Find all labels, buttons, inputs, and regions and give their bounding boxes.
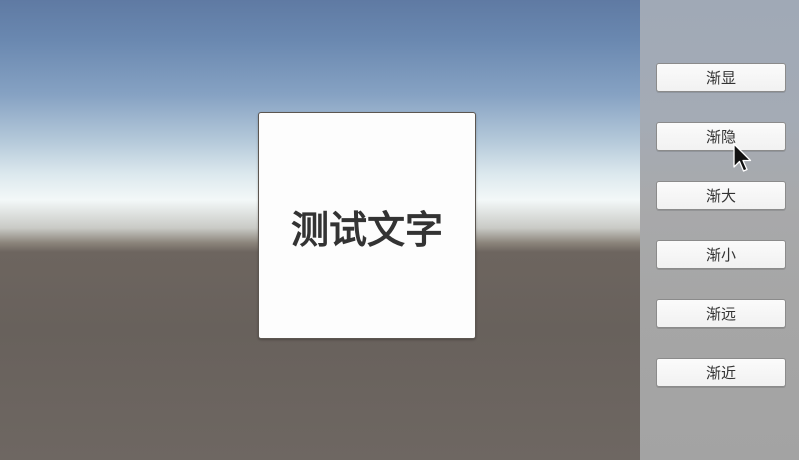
shrink-button[interactable]: 渐小 bbox=[656, 240, 786, 269]
move-away-button[interactable]: 渐远 bbox=[656, 299, 786, 328]
grow-label: 渐大 bbox=[705, 187, 736, 205]
fade-in-label: 渐显 bbox=[705, 69, 736, 87]
test-text-panel: 测试文字 bbox=[258, 112, 476, 339]
fade-out-button[interactable]: 渐隐 bbox=[656, 122, 786, 151]
fade-in-button[interactable]: 渐显 bbox=[656, 63, 786, 92]
move-away-label: 渐远 bbox=[705, 305, 736, 323]
move-closer-label: 渐近 bbox=[705, 364, 736, 382]
grow-button[interactable]: 渐大 bbox=[656, 181, 786, 210]
fade-out-label: 渐隐 bbox=[705, 128, 736, 146]
move-closer-button[interactable]: 渐近 bbox=[656, 358, 786, 387]
panel-text: 测试文字 bbox=[290, 208, 443, 252]
shrink-label: 渐小 bbox=[705, 246, 736, 264]
